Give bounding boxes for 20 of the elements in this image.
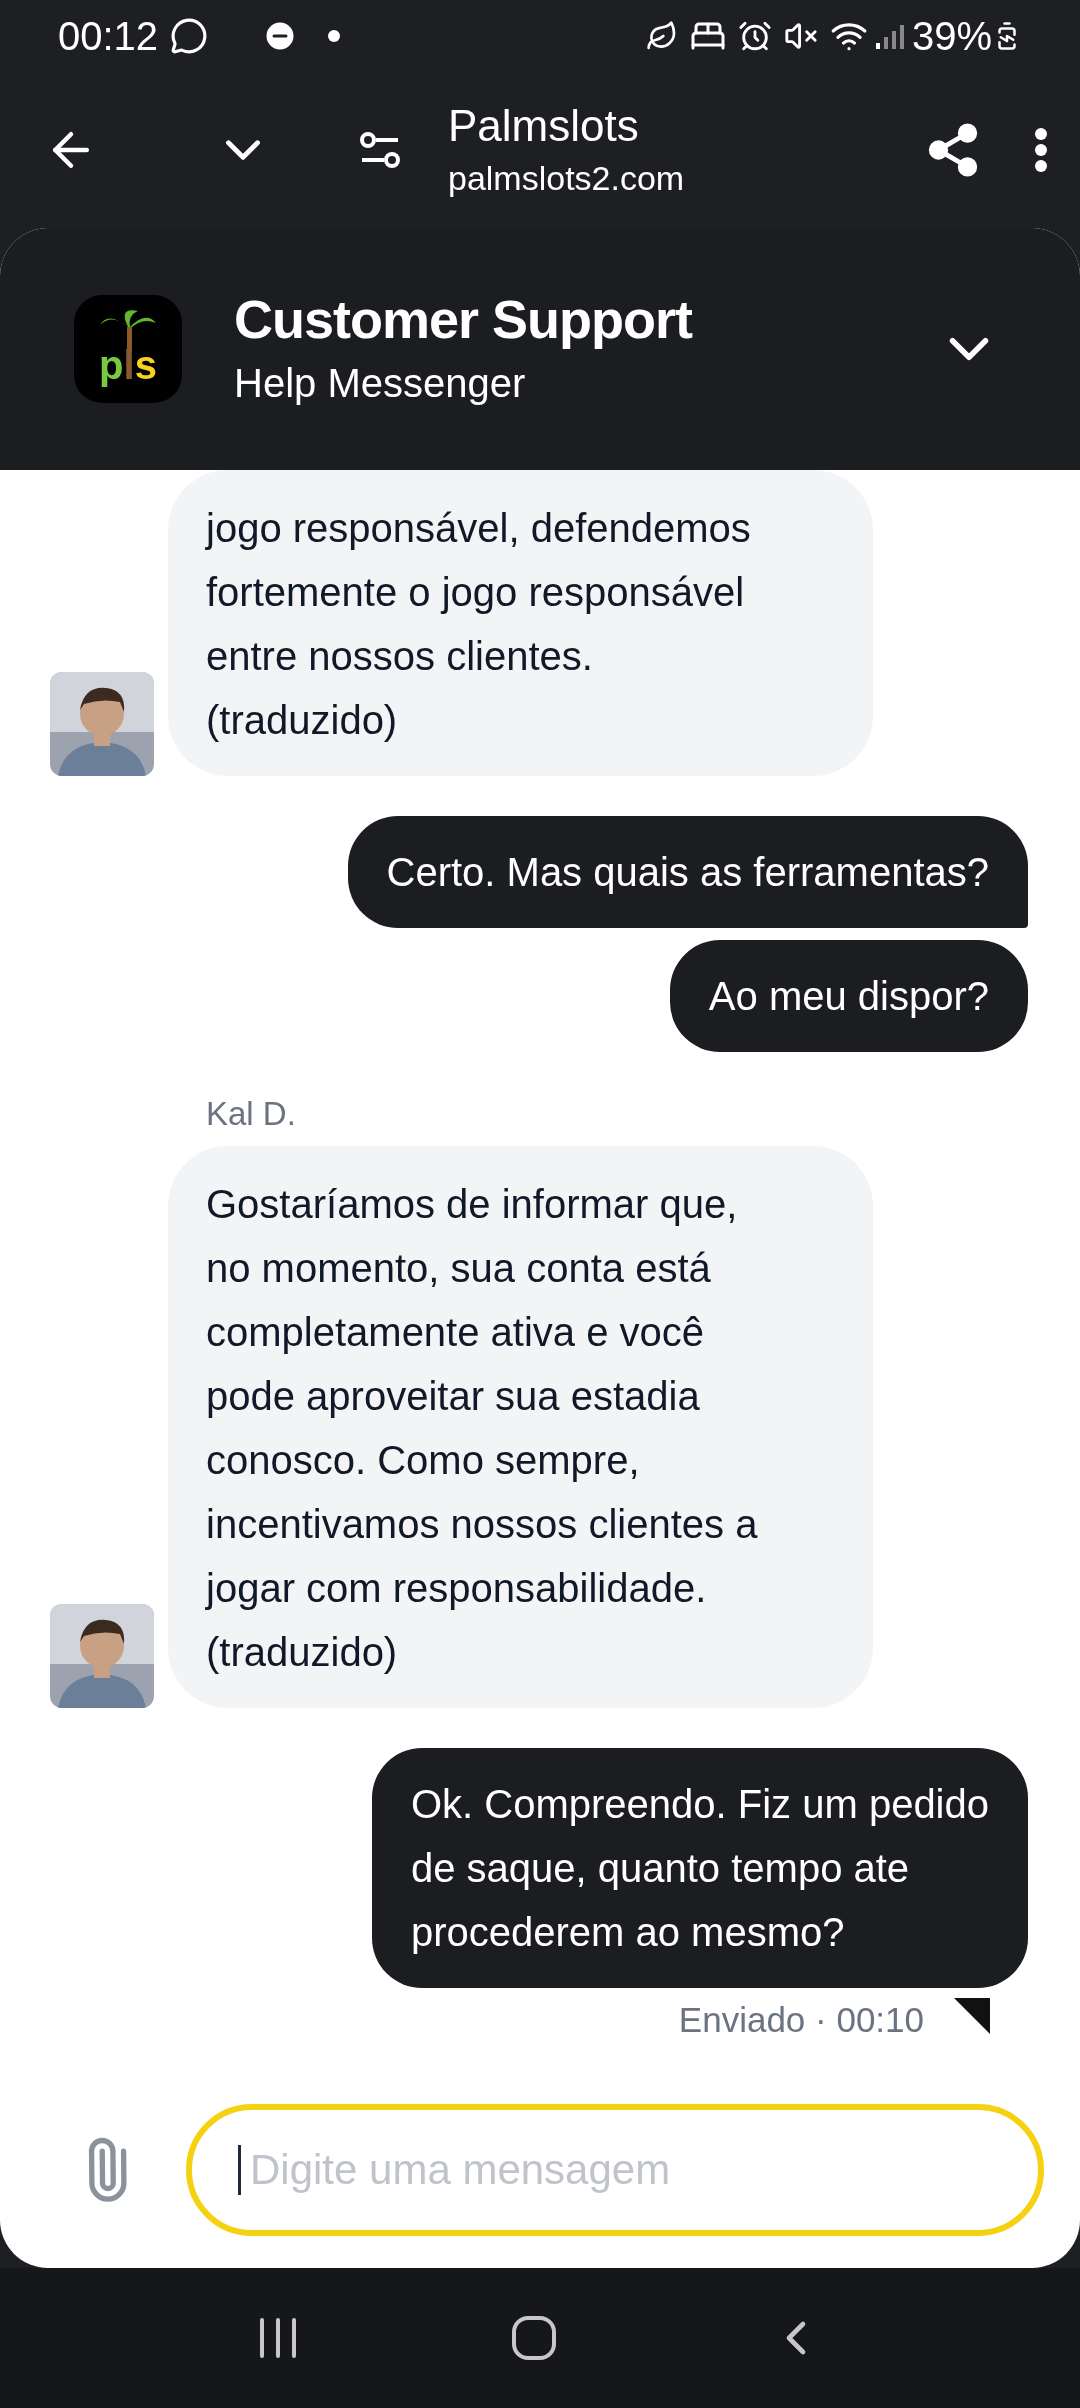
message-text: Certo. Mas quais as ferramentas? <box>386 849 989 896</box>
sender-name: Kal D. <box>206 1094 297 1134</box>
chat-icon <box>170 17 209 55</box>
page-title: Palmslots <box>448 100 640 152</box>
message-input[interactable]: Digite uma mensagem <box>186 2104 1044 2236</box>
battery-percent: 39% <box>911 13 992 60</box>
message-text: Ok. Compreendo. Fiz um pedido de saque, quanto tempo ate procederem ao mesmo? <box>410 1781 989 1956</box>
message-status: Enviado · 00:10 <box>678 1999 924 2041</box>
dot-icon <box>328 30 341 42</box>
home-icon[interactable] <box>511 2315 557 2361</box>
message-text: Gostaríamos de informar que, no momento, sua conta está completamente ativa e você pode aproveitar sua estadia conosco. Como sempre, incentivamos nossos clientes a jogar com responsabilidade. (traduzido) <box>206 1181 759 1676</box>
more-icon <box>1034 127 1048 173</box>
chat-subtitle: Help Messenger <box>234 360 527 407</box>
chat-title: Customer Support <box>234 288 692 351</box>
message-text: Ao meu dispor? <box>708 973 989 1020</box>
message-text: jogo responsável, defendemos fortemente o jogo responsável entre nossos clientes. (traduzido) <box>206 505 752 744</box>
corner-mark-icon <box>954 1998 990 2034</box>
alarm-icon <box>737 19 772 53</box>
page-url: palmslots2.com <box>448 158 685 199</box>
clock: 00:12 <box>58 13 159 60</box>
